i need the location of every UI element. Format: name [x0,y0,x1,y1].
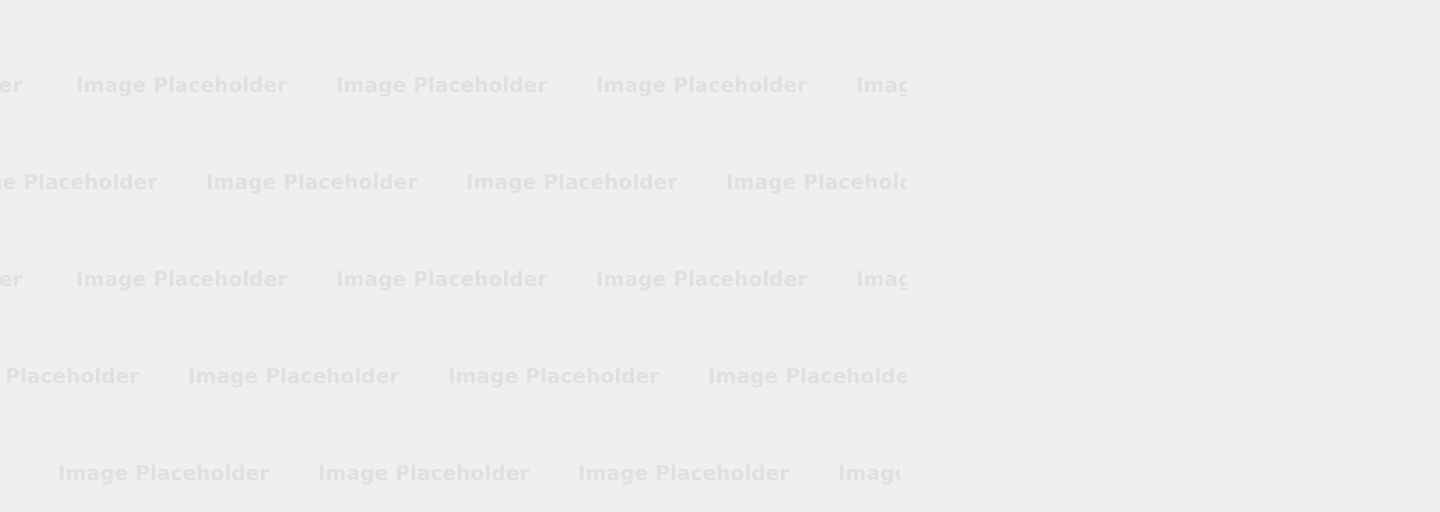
placeholder-text: Image Placeholder [76,73,288,97]
placeholder-text: Image Placeholder [76,267,288,291]
placeholder-row-4: Image Placeholder Image Placeholder Imag… [0,359,907,393]
placeholder-text: Image Placeholder [448,364,660,388]
placeholder-text: Image Placeholder [466,170,678,194]
placeholder-text: Image Placeholder [0,73,23,97]
placeholder-text: Image Placeholder [188,364,400,388]
placeholder-text: Image Placeholder [596,267,808,291]
placeholder-text: Image Placeholder [856,73,907,97]
placeholder-text: Image Placeholder [856,267,907,291]
placeholder-text: Image Placeholder [58,461,270,485]
placeholder-text: Image Placeholder [708,364,907,388]
placeholder-text: Image Placeholder [0,364,140,388]
placeholder-text: Image Placeholder [578,461,790,485]
placeholder-text: Image Placeholder [596,73,808,97]
placeholder-row-2: Image Placeholder Image Placeholder Imag… [0,165,907,199]
placeholder-text: Image Placeholder [726,170,907,194]
placeholder-text: Image Placeholder [318,461,530,485]
placeholder-text: Image Placeholder [838,461,900,485]
placeholder-text: Image Placeholder [206,170,418,194]
placeholder-pattern: Image Placeholder Image Placeholder Imag… [0,0,907,512]
placeholder-text: Image Placeholder [336,267,548,291]
placeholder-row-1: Image Placeholder Image Placeholder Imag… [0,68,907,102]
placeholder-text: Image Placeholder [0,170,158,194]
placeholder-text: Image Placeholder [0,267,23,291]
placeholder-row-5: Image Placeholder Image Placeholder Imag… [0,456,900,490]
image-placeholder-canvas: Image Placeholder Image Placeholder Imag… [0,0,1440,512]
placeholder-row-3: Image Placeholder Image Placeholder Imag… [0,262,907,296]
placeholder-text: Image Placeholder [336,73,548,97]
